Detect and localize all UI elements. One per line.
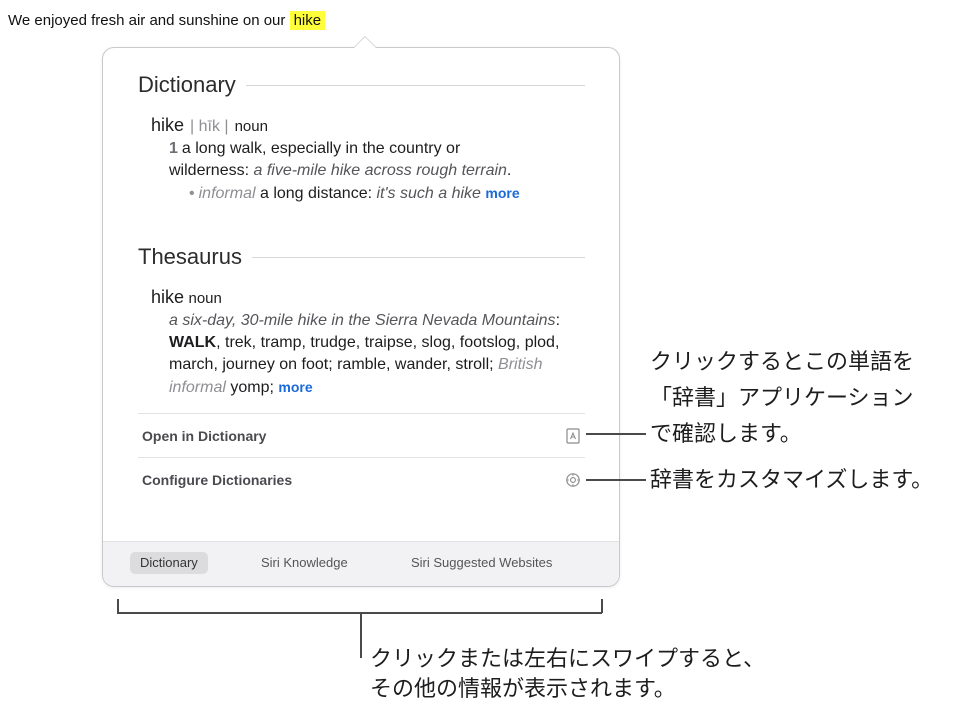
bracket-stem [360,612,362,658]
divider [251,256,585,258]
bracket-right [601,599,603,613]
callout-line-open [586,433,646,435]
callout-open-line3: で確認します。 [650,421,802,446]
british-word: yomp; [230,379,274,396]
sub-definition: a long distance: [259,185,373,202]
open-in-dictionary-row[interactable]: Open in Dictionary [138,413,585,457]
dictionary-entry: hike | hīk | noun 1a long walk, especially… [151,114,591,205]
thesaurus-entry: hike noun a six-day, 30-mile hike in the… [151,286,591,399]
dictionary-subsense: • informal a long distance: it's such a h… [189,182,591,205]
thesaurus-example: a six-day, 30-mile hike in the Sierra Ne… [169,312,556,329]
dictionary-headword-line: hike | hīk | noun [151,114,591,138]
source-sentence: We enjoyed fresh air and sunshine on our… [8,11,326,30]
bullet-icon: • [189,185,195,202]
callout-open-line2: 「辞書」アプリケーション [650,385,914,410]
sense-number: 1 [169,140,178,157]
sense-example: a five-mile hike across rough terrain [253,162,507,179]
highlighted-word[interactable]: hike [289,11,326,30]
tab-siri-knowledge[interactable]: Siri Knowledge [251,552,358,574]
part-of-speech: noun [234,118,268,135]
callout-configure: 辞書をカスタマイズします。 [650,467,934,492]
dictionary-sense: 1a long walk, especially in the country … [169,138,529,182]
popover-arrow [353,36,377,48]
thesaurus-headword: hike [151,287,185,307]
thesaurus-headword-line: hike noun [151,286,591,310]
source-tab-bar: Dictionary Siri Knowledge Siri Suggested… [103,541,619,586]
callout-tabs-line2: その他の情報が表示されます。 [370,676,676,701]
dictionary-heading: Dictionary [138,72,236,97]
configure-dictionaries-label[interactable]: Configure Dictionaries [142,472,292,488]
open-in-dictionary-label[interactable]: Open in Dictionary [142,428,266,444]
callout-open-line1: クリックするとこの単語を [650,349,915,374]
divider [245,84,585,86]
tab-siri-suggested-websites[interactable]: Siri Suggested Websites [401,552,562,574]
dictionary-book-icon[interactable] [565,427,581,444]
thesaurus-heading: Thesaurus [138,244,242,269]
dictionary-more-link[interactable]: more [485,185,519,201]
callout-line-configure [586,479,646,481]
sub-label: informal [198,185,256,202]
sentence-text: We enjoyed fresh air and sunshine on our [8,12,290,29]
configure-dictionaries-row[interactable]: Configure Dictionaries [138,457,585,501]
thesaurus-body: a six-day, 30-mile hike in the Sierra Ne… [169,310,574,399]
thesaurus-core-synonym[interactable]: WALK [169,334,216,351]
sub-example: it's such a hike [376,185,481,202]
dictionary-section-header: Dictionary [138,72,585,98]
pronunciation: | hīk | [190,118,229,135]
callout-tabs-line1: クリックまたは左右にスワイプすると、 [370,646,766,671]
lookup-popover: Dictionary hike | hīk | noun 1a long walk,… [102,36,620,587]
sense-end: . [506,162,512,179]
dictionary-headword: hike [151,115,185,135]
thesaurus-part-of-speech: noun [188,290,222,307]
thesaurus-colon: : [555,312,561,329]
gear-icon[interactable] [565,472,581,488]
thesaurus-more-link[interactable]: more [278,379,312,395]
tab-dictionary[interactable]: Dictionary [130,552,208,574]
thesaurus-section-header: Thesaurus [138,244,585,270]
bracket-left [117,599,119,613]
